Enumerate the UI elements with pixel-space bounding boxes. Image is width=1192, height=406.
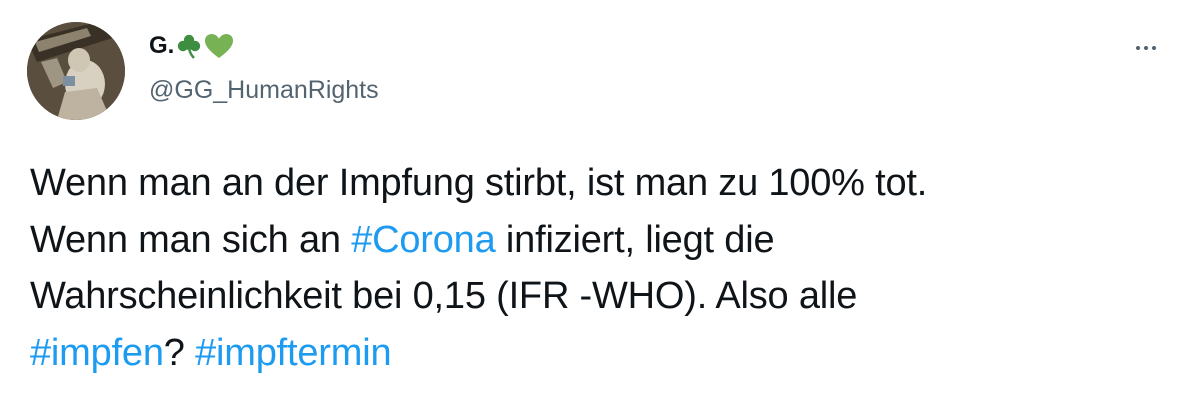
- display-name-row[interactable]: G.: [149, 31, 379, 61]
- green-heart-icon: [204, 33, 234, 59]
- display-name: G.: [149, 32, 175, 59]
- more-options-button[interactable]: [1130, 38, 1162, 58]
- more-horizontal-icon-dot: [1152, 46, 1156, 50]
- tweet-line: Wenn man an der Impfung stirbt, ist man …: [30, 162, 928, 204]
- author-block: G. @GG_HumanRights: [149, 31, 379, 105]
- shamrock-icon: [176, 33, 202, 59]
- tweet-text: Wenn man an der Impfung stirbt, ist man …: [30, 155, 1140, 381]
- avatar[interactable]: [27, 22, 125, 120]
- tweet-line: Wenn man sich an #Corona infiziert, lieg…: [30, 212, 1140, 269]
- hashtag-link-impfen[interactable]: #impfen: [30, 332, 164, 374]
- more-horizontal-icon-dot: [1144, 46, 1148, 50]
- tweet-text-segment: ?: [163, 331, 196, 374]
- tweet-line: #impfen? #impftermin: [30, 325, 1140, 382]
- tweet-card: G. @GG_HumanRights Wenn man an der Impfu…: [0, 0, 1192, 406]
- tweet-text-segment: Wenn man sich an: [30, 218, 352, 261]
- hashtag-link-impftermin[interactable]: #impftermin: [195, 332, 392, 374]
- more-horizontal-icon-dot: [1136, 46, 1140, 50]
- avatar-statue-image: [27, 22, 125, 120]
- hashtag-link-corona[interactable]: #Corona: [351, 219, 496, 261]
- user-handle[interactable]: @GG_HumanRights: [149, 75, 379, 105]
- tweet-text-segment: infiziert, liegt die: [495, 218, 775, 261]
- tweet-line: Wahrscheinlichkeit bei 0,15 (IFR -WHO). …: [30, 275, 858, 317]
